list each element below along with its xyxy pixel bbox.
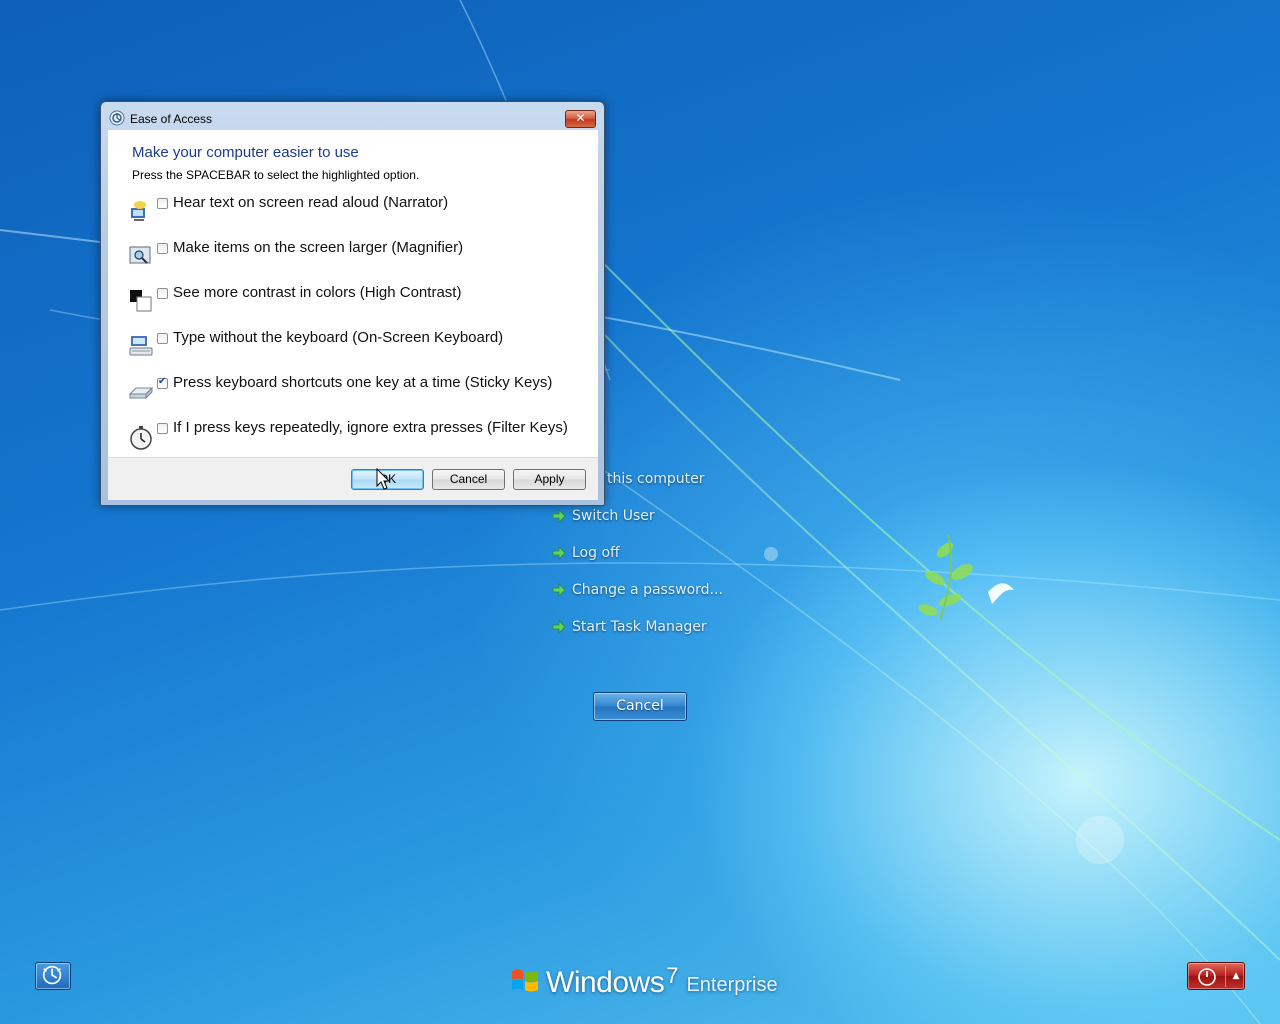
close-button[interactable]: ✕ (565, 110, 596, 128)
shut-down-button[interactable]: ▲ (1187, 962, 1245, 990)
narrator-checkbox[interactable] (157, 198, 168, 209)
dialog-title: Ease of Access (130, 112, 213, 126)
mouse-cursor-icon (376, 468, 390, 490)
filter-keys-icon (130, 426, 152, 450)
change-password-option[interactable]: Change a password... (552, 579, 723, 601)
green-arrow-icon (552, 509, 566, 523)
windows-version: 7 (666, 963, 679, 988)
security-cancel-button[interactable]: Cancel (593, 692, 687, 721)
option-filter-keys[interactable]: If I press keys repeatedly, ignore extra… (128, 419, 588, 455)
option-magnifier[interactable]: Make items on the screen larger (Magnifi… (128, 239, 588, 275)
cancel-button[interactable]: Cancel (432, 469, 505, 490)
filter-keys-checkbox[interactable] (157, 423, 168, 434)
option-on-screen-keyboard[interactable]: Type without the keyboard (On-Screen Key… (128, 329, 588, 365)
power-icon (1198, 968, 1216, 986)
green-arrow-icon (552, 620, 566, 634)
magnifier-icon (129, 246, 151, 264)
dialog-titlebar[interactable]: Ease of Access ✕ (101, 102, 604, 130)
on-screen-keyboard-label: Type without the keyboard (On-Screen Key… (173, 329, 504, 346)
narrator-label: Hear text on screen read aloud (Narrator… (173, 194, 449, 211)
option-sticky-keys[interactable]: Press keyboard shortcuts one key at a ti… (128, 374, 588, 410)
ease-of-access-icon (109, 110, 125, 126)
switch-user-option[interactable]: Switch User (552, 505, 655, 527)
windows-edition: Enterprise (686, 974, 778, 996)
high-contrast-icon (130, 290, 152, 312)
narrator-icon (131, 201, 146, 221)
shut-down-options-arrow-icon[interactable]: ▲ (1230, 968, 1242, 984)
on-screen-keyboard-checkbox[interactable] (157, 333, 168, 344)
sticky-keys-icon (128, 386, 154, 400)
windows-name: Windows (546, 966, 665, 999)
option-narrator[interactable]: Hear text on screen read aloud (Narrator… (128, 194, 588, 230)
task-manager-option[interactable]: Start Task Manager (552, 616, 707, 638)
windows-logo-icon (512, 969, 538, 992)
high-contrast-checkbox[interactable] (157, 288, 168, 299)
dialog-heading: Make your computer easier to use (132, 144, 359, 161)
power-divider (1225, 966, 1226, 987)
high-contrast-label: See more contrast in colors (High Contra… (173, 284, 462, 301)
apply-button[interactable]: Apply (513, 469, 586, 490)
dialog-instructions: Press the SPACEBAR to select the highlig… (132, 168, 420, 182)
filter-keys-label: If I press keys repeatedly, ignore extra… (173, 419, 568, 436)
sticky-keys-label: Press keyboard shortcuts one key at a ti… (173, 374, 553, 391)
task-manager-label: Start Task Manager (572, 619, 707, 635)
option-high-contrast[interactable]: See more contrast in colors (High Contra… (128, 284, 588, 320)
keyboard-icon (129, 336, 153, 356)
change-password-label: Change a password... (572, 582, 723, 598)
magnifier-label: Make items on the screen larger (Magnifi… (173, 239, 464, 256)
ease-of-access-dialog: Ease of Access ✕ Make your computer easi… (100, 101, 605, 506)
magnifier-checkbox[interactable] (157, 243, 168, 254)
log-off-option[interactable]: Log off (552, 542, 620, 564)
ease-of-access-icon (42, 965, 62, 985)
ease-of-access-button[interactable] (35, 962, 71, 990)
dialog-content: Make your computer easier to use Press t… (108, 130, 598, 457)
lock-computer-label: this computer (607, 471, 705, 487)
log-off-label: Log off (572, 545, 620, 561)
switch-user-label: Switch User (572, 508, 655, 524)
dialog-button-bar: OK Cancel Apply (108, 457, 598, 500)
green-arrow-icon (552, 583, 566, 597)
green-arrow-icon (552, 546, 566, 560)
sticky-keys-checkbox[interactable] (157, 376, 168, 389)
windows-branding: Windows 7 Enterprise (510, 960, 778, 1000)
